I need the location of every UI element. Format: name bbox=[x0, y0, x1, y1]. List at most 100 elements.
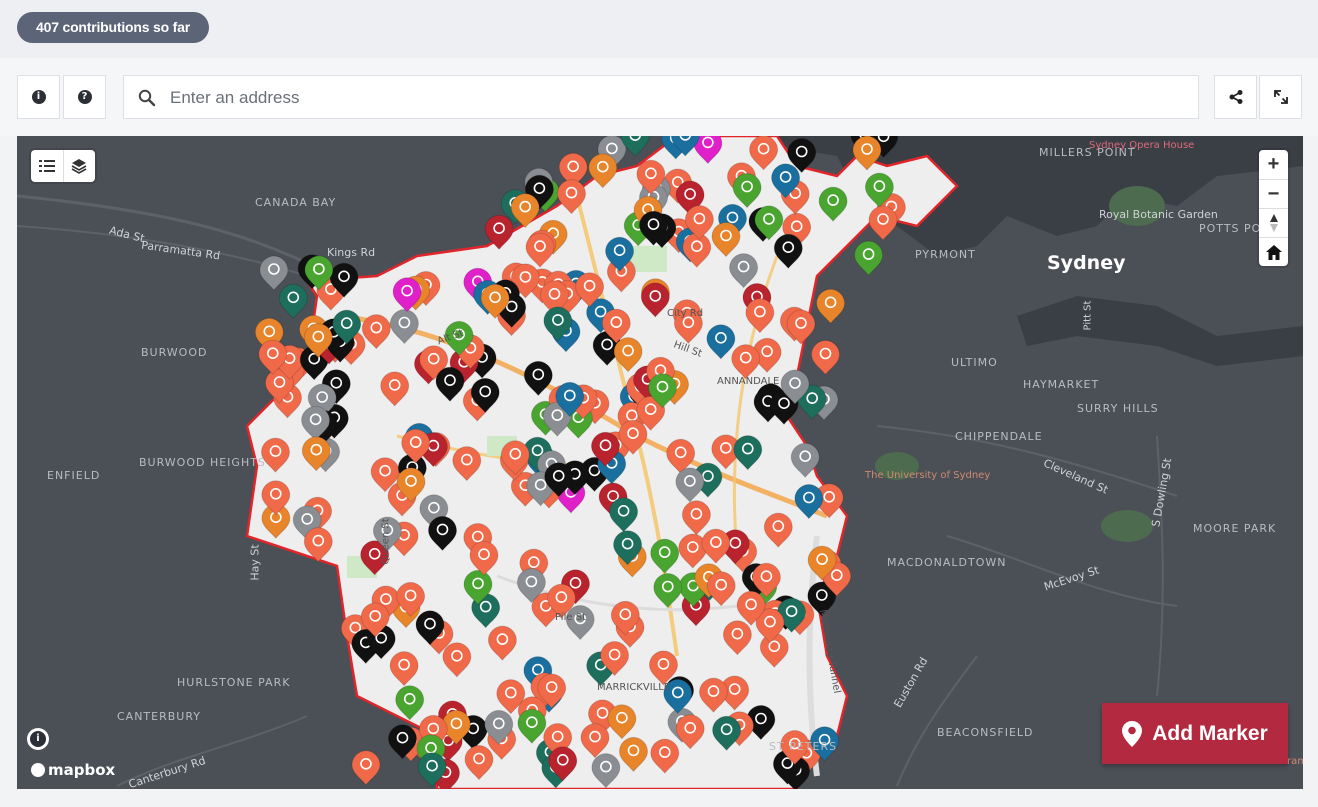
fullscreen-button[interactable] bbox=[1259, 75, 1302, 119]
map-canvas[interactable]: CANADA BAY Ada St Parramatta Rd Kings Rd… bbox=[17, 136, 1303, 789]
contribution-marker[interactable] bbox=[361, 314, 391, 350]
contribution-marker[interactable] bbox=[816, 288, 846, 325]
contribution-marker[interactable] bbox=[722, 620, 752, 656]
contribution-marker[interactable] bbox=[591, 753, 621, 789]
contribution-marker[interactable] bbox=[618, 736, 649, 773]
contribution-marker[interactable] bbox=[794, 483, 824, 520]
contribution-marker[interactable] bbox=[868, 205, 898, 241]
contribution-marker[interactable] bbox=[763, 512, 793, 548]
add-marker-button[interactable]: Add Marker bbox=[1102, 703, 1288, 764]
contribution-marker[interactable] bbox=[609, 497, 639, 533]
zoom-out-button[interactable]: − bbox=[1259, 179, 1288, 208]
contribution-marker[interactable] bbox=[442, 642, 472, 678]
contribution-marker[interactable] bbox=[818, 186, 848, 222]
contribution-marker[interactable] bbox=[464, 744, 494, 781]
contribution-marker[interactable] bbox=[380, 371, 410, 407]
contribution-marker[interactable] bbox=[786, 309, 816, 345]
help-button[interactable]: ? bbox=[63, 75, 106, 119]
contribution-marker[interactable] bbox=[729, 253, 759, 289]
contribution-marker[interactable] bbox=[653, 572, 683, 609]
contribution-marker[interactable] bbox=[525, 232, 555, 268]
contribution-marker[interactable] bbox=[852, 136, 882, 171]
contribution-marker[interactable] bbox=[517, 708, 547, 744]
contribution-marker[interactable] bbox=[732, 172, 762, 209]
legend-list-button[interactable] bbox=[31, 150, 63, 182]
contribution-marker[interactable] bbox=[711, 221, 741, 258]
contribution-marker[interactable] bbox=[701, 528, 731, 564]
contribution-marker[interactable] bbox=[773, 233, 803, 269]
marker-pin bbox=[517, 708, 547, 744]
contribution-marker[interactable] bbox=[435, 366, 465, 402]
mapbox-wordmark: mapbox bbox=[48, 761, 116, 779]
contribution-marker[interactable] bbox=[278, 283, 308, 320]
contribution-marker[interactable] bbox=[712, 715, 742, 752]
contribution-marker[interactable] bbox=[389, 651, 419, 687]
marker-pin bbox=[613, 337, 643, 373]
contribution-marker[interactable] bbox=[607, 704, 637, 740]
contribution-marker[interactable] bbox=[303, 527, 333, 563]
contribution-marker[interactable] bbox=[469, 540, 499, 576]
contribution-marker[interactable] bbox=[395, 685, 425, 721]
contribution-marker[interactable] bbox=[556, 179, 587, 215]
home-button[interactable] bbox=[1259, 237, 1288, 266]
contribution-marker[interactable] bbox=[681, 500, 711, 536]
help-icon: ? bbox=[77, 90, 92, 104]
marker-pin bbox=[303, 527, 333, 563]
marker-pin bbox=[675, 714, 705, 750]
contribution-marker[interactable] bbox=[351, 750, 381, 786]
contribution-marker[interactable] bbox=[706, 571, 736, 607]
zoom-in-button[interactable]: + bbox=[1259, 150, 1288, 179]
contribution-marker[interactable] bbox=[790, 442, 820, 478]
marker-pin bbox=[580, 723, 610, 759]
marker-pin bbox=[854, 240, 884, 276]
layer-control bbox=[31, 150, 95, 182]
layers-button[interactable] bbox=[62, 150, 96, 182]
contribution-marker[interactable] bbox=[854, 240, 884, 276]
search-input[interactable] bbox=[168, 76, 1192, 120]
map-label: MARRICKVILLE bbox=[597, 682, 671, 693]
compass-button[interactable] bbox=[1259, 208, 1288, 237]
contribution-marker[interactable] bbox=[389, 308, 419, 345]
contribution-marker[interactable] bbox=[733, 435, 763, 471]
contribution-marker[interactable] bbox=[749, 136, 779, 171]
contribution-marker[interactable] bbox=[613, 337, 643, 373]
attribution-button[interactable]: i bbox=[27, 728, 49, 750]
contribution-marker[interactable] bbox=[706, 324, 736, 360]
contribution-marker[interactable] bbox=[452, 446, 482, 482]
contribution-marker[interactable] bbox=[640, 282, 670, 318]
contribution-marker[interactable] bbox=[698, 677, 729, 713]
info-button[interactable]: i bbox=[17, 75, 60, 119]
contribution-marker[interactable] bbox=[580, 723, 610, 759]
marker-pin bbox=[361, 314, 391, 350]
contribution-marker[interactable] bbox=[745, 298, 775, 334]
map-label: Queen St bbox=[380, 518, 392, 565]
share-button[interactable] bbox=[1214, 75, 1257, 119]
contribution-marker[interactable] bbox=[675, 467, 705, 503]
contribution-marker[interactable] bbox=[675, 714, 705, 750]
marker-pin bbox=[588, 153, 618, 189]
contribution-marker[interactable] bbox=[650, 738, 680, 774]
map-pin-icon bbox=[1122, 720, 1143, 747]
map-label: Pitt St bbox=[1082, 300, 1094, 331]
contribution-marker[interactable] bbox=[682, 232, 712, 268]
marker-pin bbox=[749, 136, 779, 171]
info-icon: i bbox=[30, 731, 46, 747]
contribution-marker[interactable] bbox=[588, 153, 618, 189]
contribution-marker[interactable] bbox=[427, 515, 458, 552]
contribution-marker[interactable] bbox=[259, 255, 289, 291]
marker-pin bbox=[681, 500, 711, 536]
contribution-marker[interactable] bbox=[487, 625, 517, 661]
marker-pin bbox=[591, 753, 621, 789]
contribution-marker[interactable] bbox=[731, 344, 761, 380]
share-icon bbox=[1229, 90, 1242, 104]
marker-pin bbox=[650, 538, 680, 574]
map-label: The University of Sydney bbox=[865, 470, 991, 481]
contribution-marker[interactable] bbox=[484, 214, 514, 250]
contribution-marker[interactable] bbox=[650, 538, 680, 574]
marker-pin bbox=[732, 172, 762, 209]
map-label: Sydney bbox=[1047, 252, 1126, 274]
contribution-marker[interactable] bbox=[810, 339, 841, 376]
contribution-marker[interactable] bbox=[523, 360, 553, 397]
map-label: PYRMONT bbox=[915, 248, 976, 261]
mapbox-logo-icon bbox=[31, 763, 45, 777]
